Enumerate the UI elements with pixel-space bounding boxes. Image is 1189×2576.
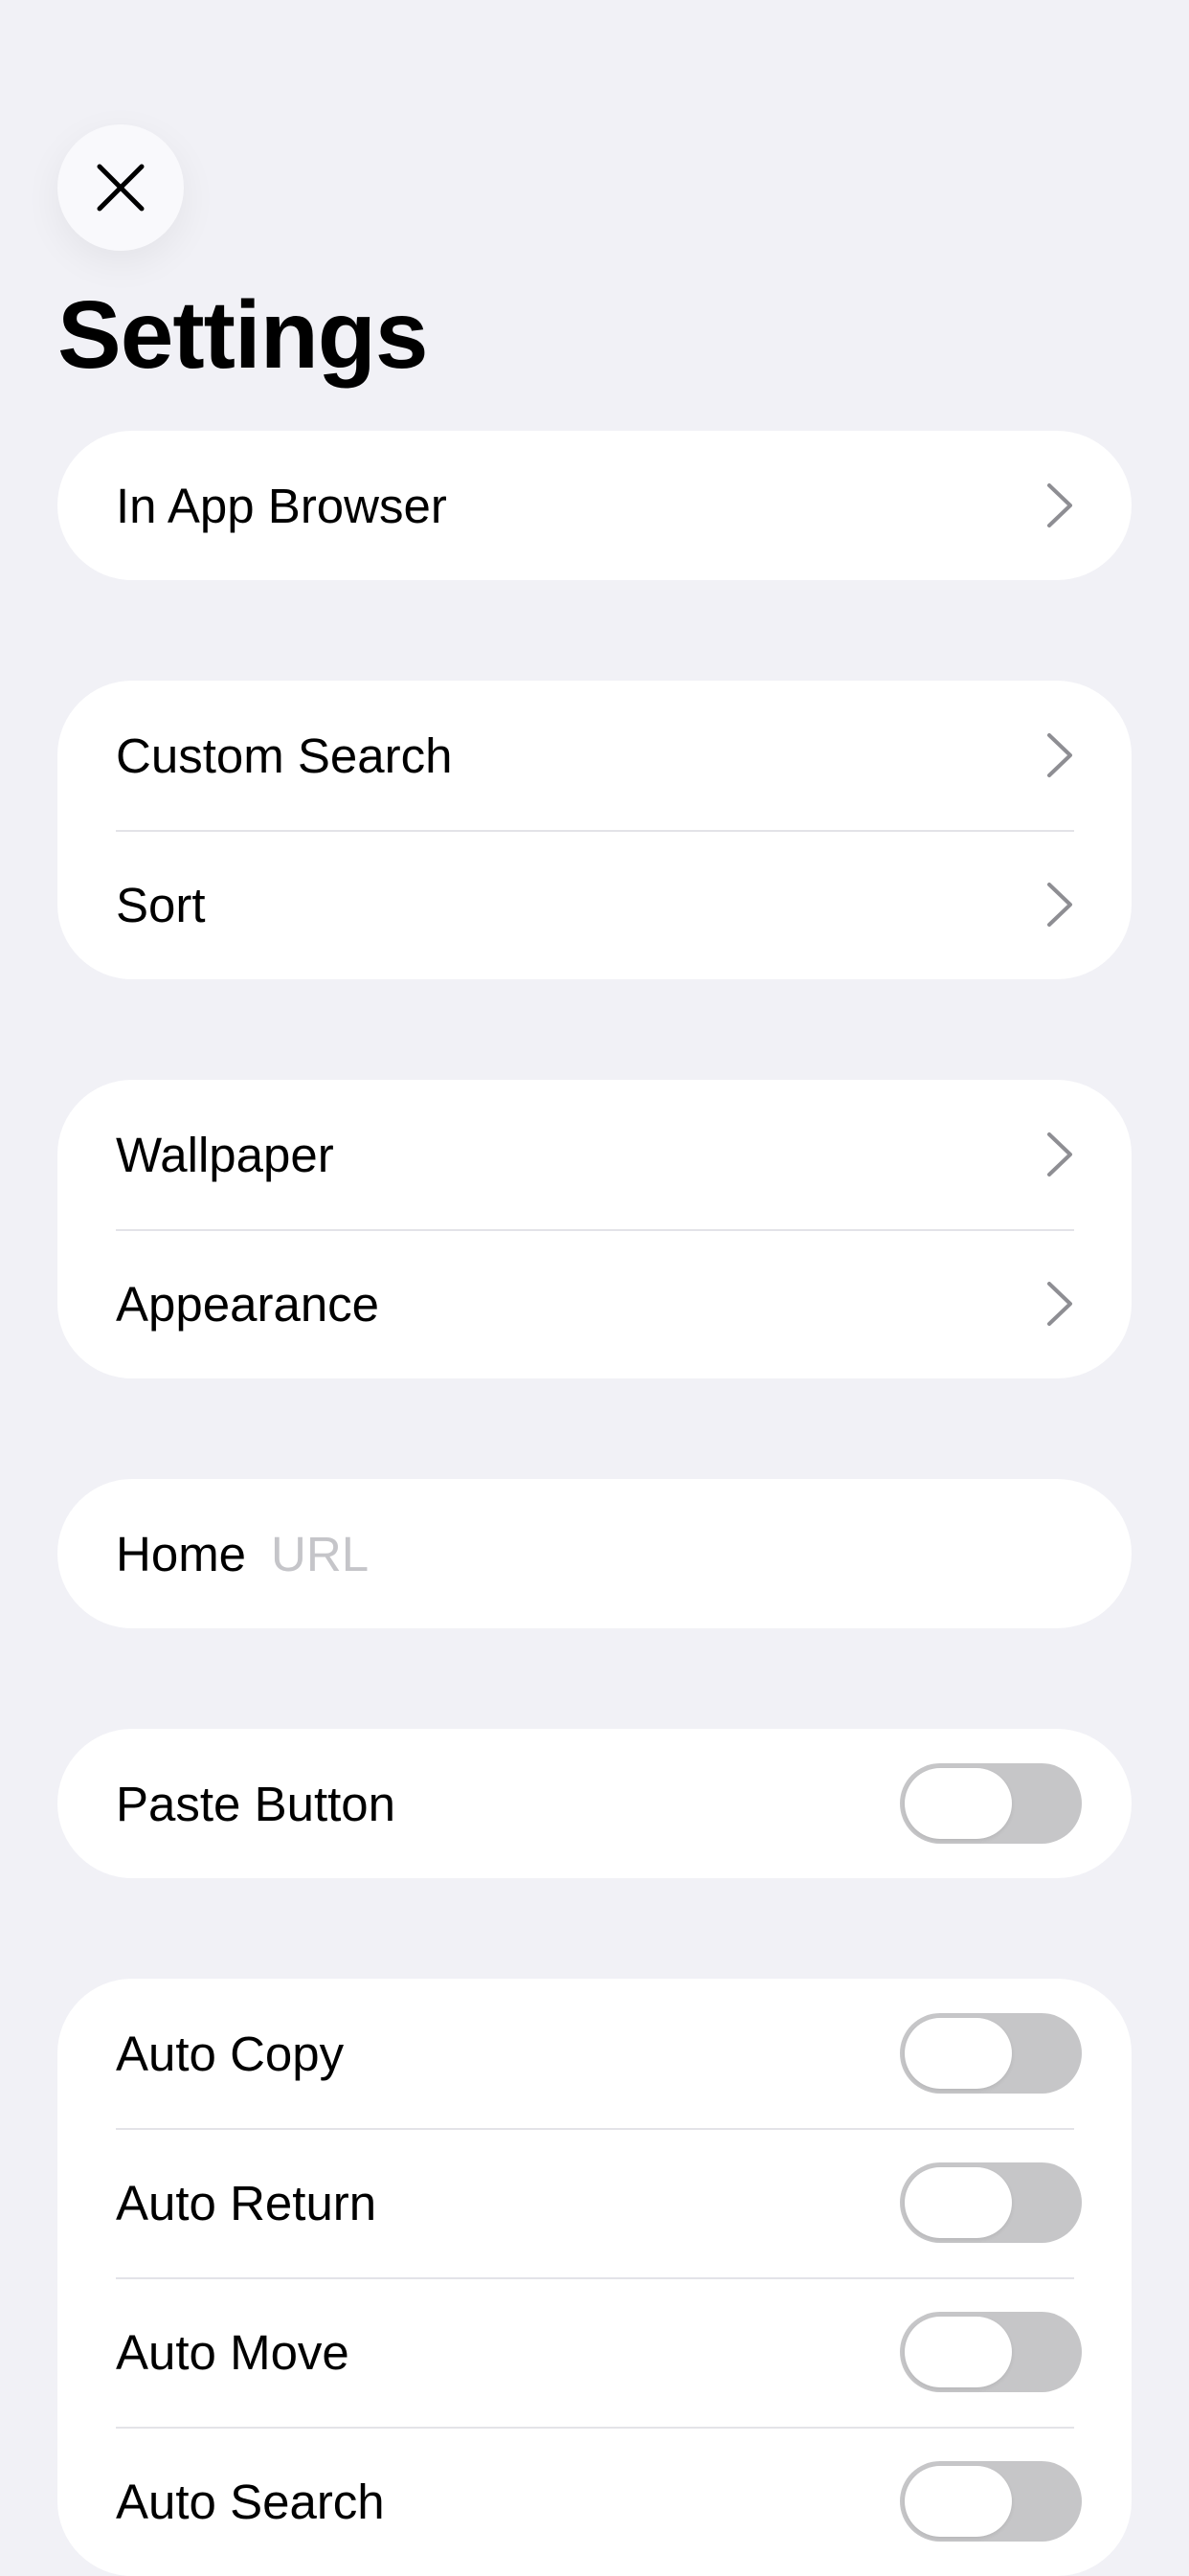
row-label: Auto Return — [116, 2175, 377, 2230]
chevron-right-icon — [1047, 483, 1072, 527]
settings-group-look: Wallpaper Appearance — [57, 1080, 1132, 1378]
toggle-knob — [905, 2167, 1012, 2238]
auto-return-toggle[interactable] — [900, 2162, 1082, 2243]
row-auto-return: Auto Return — [57, 2128, 1132, 2277]
paste-button-toggle[interactable] — [900, 1763, 1082, 1844]
settings-group-search: Custom Search Sort — [57, 681, 1132, 979]
row-custom-search[interactable]: Custom Search — [57, 681, 1132, 830]
close-button[interactable] — [57, 124, 184, 251]
auto-copy-toggle[interactable] — [900, 2013, 1082, 2094]
row-label: Home — [116, 1526, 247, 1581]
close-icon — [97, 164, 145, 212]
auto-search-toggle[interactable] — [900, 2461, 1082, 2542]
row-wallpaper[interactable]: Wallpaper — [57, 1080, 1132, 1229]
row-label: Auto Copy — [116, 2026, 345, 2081]
settings-group-browser: In App Browser — [57, 431, 1132, 580]
row-in-app-browser[interactable]: In App Browser — [57, 431, 1132, 580]
row-label: Paste Button — [116, 1776, 396, 1831]
chevron-right-icon — [1047, 1132, 1072, 1176]
toggle-knob — [905, 1768, 1012, 1839]
row-paste-button: Paste Button — [57, 1729, 1132, 1878]
row-sort[interactable]: Sort — [57, 830, 1132, 979]
row-label: Sort — [116, 877, 206, 932]
page-title: Settings — [57, 281, 428, 389]
settings-group-home: Home — [57, 1479, 1132, 1628]
row-label: In App Browser — [116, 478, 447, 533]
row-auto-move: Auto Move — [57, 2277, 1132, 2427]
row-label: Auto Search — [116, 2474, 385, 2529]
row-appearance[interactable]: Appearance — [57, 1229, 1132, 1378]
toggle-knob — [905, 2466, 1012, 2537]
home-url-input[interactable] — [271, 1520, 1082, 1587]
toggle-knob — [905, 2317, 1012, 2387]
chevron-right-icon — [1047, 1282, 1072, 1326]
row-auto-search: Auto Search — [57, 2427, 1132, 2576]
row-label: Auto Move — [116, 2324, 349, 2380]
row-label: Appearance — [116, 1276, 380, 1332]
toggle-knob — [905, 2018, 1012, 2089]
chevron-right-icon — [1047, 883, 1072, 927]
row-auto-copy: Auto Copy — [57, 1979, 1132, 2128]
auto-move-toggle[interactable] — [900, 2312, 1082, 2392]
settings-group-paste: Paste Button — [57, 1729, 1132, 1878]
settings-group-auto: Auto Copy Auto Return Auto Move Auto Sea… — [57, 1979, 1132, 2576]
chevron-right-icon — [1047, 733, 1072, 777]
row-home: Home — [57, 1479, 1132, 1628]
row-label: Wallpaper — [116, 1127, 334, 1182]
row-label: Custom Search — [116, 728, 453, 783]
